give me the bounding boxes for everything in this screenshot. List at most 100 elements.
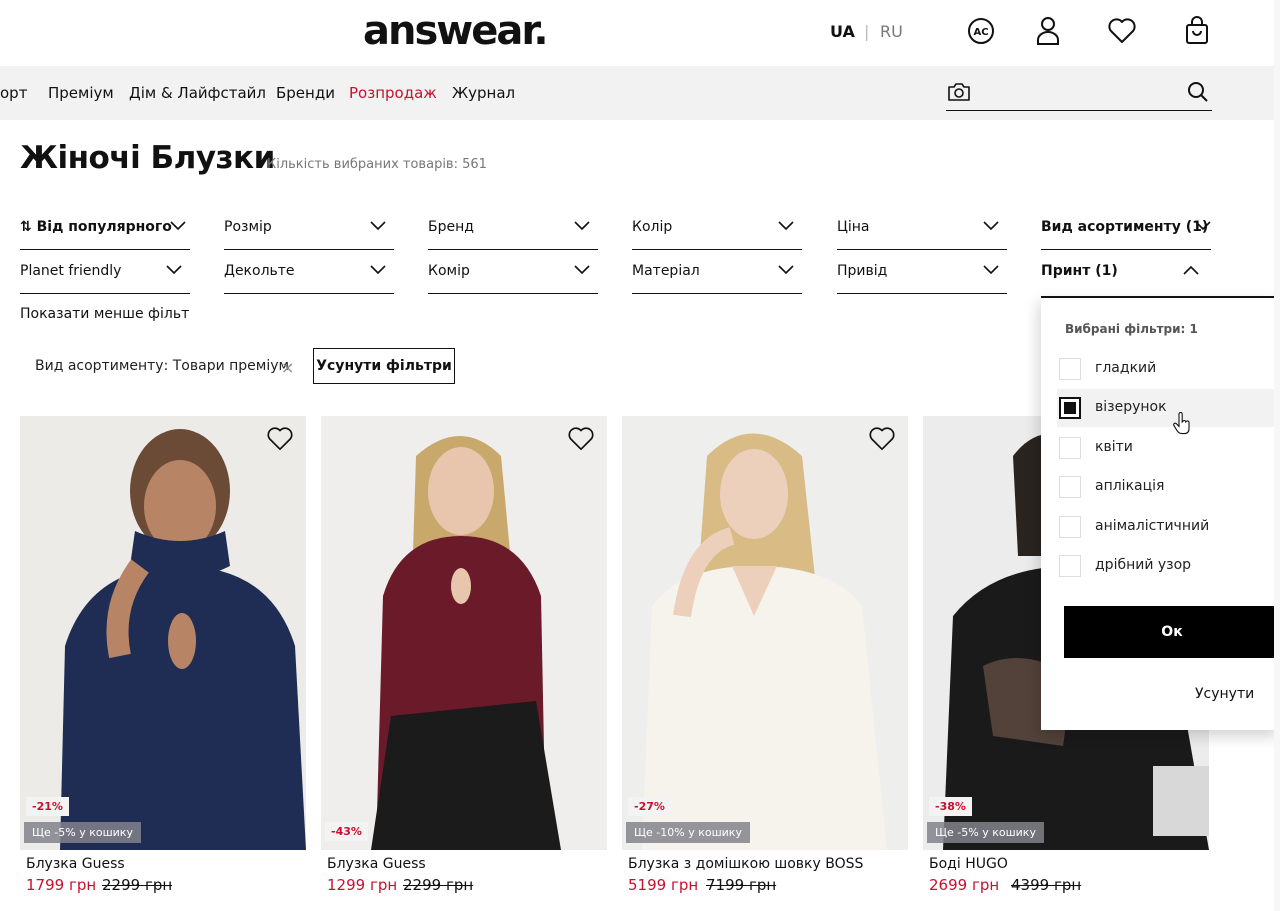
sort-value: Від популярного [36,219,172,235]
selected-filters-count: Вибрані фільтри: 1 [1065,322,1198,336]
product-price: 2699 грн [929,876,1000,894]
checkbox[interactable] [1059,516,1081,538]
product-image[interactable]: -43% [321,416,607,850]
nav-item-journal[interactable]: Журнал [452,84,515,102]
chevron-down-icon [166,265,182,275]
remove-filter-icon[interactable]: × [281,358,294,377]
filter-neckline[interactable]: Декольте [224,250,394,294]
hand-cursor-icon [1173,412,1190,435]
chevron-down-icon [778,265,794,275]
header: answear. UA | RU AC [0,0,1280,66]
filter-assortment-label: Вид асортименту (1) [1041,219,1209,235]
chevron-down-icon [370,265,386,275]
wishlist-heart-icon[interactable] [266,426,294,452]
product-old-price: 2299 грн [403,876,474,894]
sort-dropdown[interactable]: ⇅ Від популярного [20,206,190,250]
option-label: квіти [1095,439,1133,455]
nav-item-sale[interactable]: Розпродаж [349,84,437,102]
product-name[interactable]: Блузка з домішкою шовку BOSS [628,856,863,872]
heart-icon[interactable] [1105,14,1139,48]
option-animal[interactable]: анімалістичний [1057,508,1280,546]
chevron-down-icon [370,221,386,231]
discount-badge: -38% [929,797,972,816]
nav-item-home-lifestyle[interactable]: Дім & Лайфстайл [129,84,266,102]
filter-print-label: Принт (1) [1041,263,1118,279]
scrollbar[interactable] [1274,0,1280,911]
ac-icon[interactable]: AC [964,14,998,48]
sort-arrows-icon: ⇅ [20,219,37,235]
filter-size-label: Розмір [224,219,272,235]
filter-assortment[interactable]: Вид асортименту (1) [1041,206,1211,250]
main-nav: орт Преміум Дім & Лайфстайл Бренди Розпр… [0,66,1280,120]
option-label: аплікація [1095,478,1165,494]
filter-size[interactable]: Розмір [224,206,394,250]
print-filter-dropdown: Вибрані фільтри: 1 гладкий візерунок кві… [1041,296,1280,730]
product-image[interactable]: -27% Ще -10% у кошику [622,416,908,850]
wishlist-heart-icon[interactable] [868,426,896,452]
checkbox[interactable] [1059,555,1081,577]
product-old-price: 2299 грн [102,876,173,894]
option-pattern[interactable]: візерунок [1057,389,1280,427]
option-flowers[interactable]: квіти [1057,429,1280,467]
sort-label: ⇅ Від популярного [20,219,172,235]
bag-icon[interactable] [1180,14,1214,48]
wishlist-heart-icon[interactable] [567,426,595,452]
filter-color[interactable]: Колір [632,206,802,250]
checkbox[interactable] [1059,476,1081,498]
filter-collar-label: Комір [428,263,470,279]
filter-color-label: Колір [632,219,673,235]
lang-ua[interactable]: UA [830,22,855,41]
chevron-down-icon [1195,221,1211,231]
filter-brand[interactable]: Бренд [428,206,598,250]
product-count: Кількість вибраних товарів: 561 [267,157,487,172]
filter-material[interactable]: Матеріал [632,250,802,294]
search-input[interactable] [946,78,1212,111]
active-filter-chip: Вид асортименту: Товари преміум [35,358,290,374]
extra-discount-badge: Ще -5% у кошику [927,822,1044,843]
filter-price[interactable]: Ціна [837,206,1007,250]
option-label: анімалістичний [1095,518,1210,534]
checkbox-checked[interactable] [1059,397,1081,419]
option-label: дрібний узор [1095,557,1192,573]
page-title: Жіночі Блузки [20,140,275,176]
filter-closure[interactable]: Привід [837,250,1007,294]
product-price: 1299 грн [327,876,398,894]
nav-item-brands[interactable]: Бренди [276,84,335,102]
search-icon[interactable] [1186,80,1210,108]
nav-item-sport[interactable]: орт [0,84,27,102]
product-name[interactable]: Блузка Guess [26,856,125,872]
filter-collar[interactable]: Комір [428,250,598,294]
chevron-up-icon [1183,265,1199,275]
lang-separator: | [864,22,870,41]
filter-print[interactable]: Принт (1) [1041,250,1211,294]
option-small-pattern[interactable]: дрібний узор [1057,547,1280,585]
lang-ru[interactable]: RU [880,22,903,41]
chevron-down-icon [574,221,590,231]
camera-search-icon[interactable] [947,81,971,107]
product-name[interactable]: Боді HUGO [929,856,1008,872]
checkbox[interactable] [1059,358,1081,380]
filter-closure-label: Привід [837,263,888,279]
logo[interactable]: answear. [363,8,549,54]
product-price: 1799 грн [26,876,97,894]
show-less-filters-link[interactable]: Показати менше фільтрів [20,306,190,322]
user-icon[interactable] [1031,14,1065,48]
extra-discount-badge: Ще -5% у кошику [24,822,141,843]
product-old-price: 7199 грн [706,876,777,894]
option-label: візерунок [1095,399,1167,415]
checkbox[interactable] [1059,437,1081,459]
filter-price-label: Ціна [837,219,870,235]
discount-badge: -27% [628,797,671,816]
option-plain[interactable]: гладкий [1057,350,1280,388]
chevron-down-icon [574,265,590,275]
option-applique[interactable]: аплікація [1057,468,1280,506]
option-label: гладкий [1095,360,1157,376]
clear-filters-button[interactable]: Усунути фільтри [313,348,455,384]
product-name[interactable]: Блузка Guess [327,856,426,872]
product-image[interactable]: -21% Ще -5% у кошику [20,416,306,850]
filter-planet-friendly[interactable]: Planet friendly [20,250,190,294]
reset-link[interactable]: Усунути [1195,686,1254,702]
extra-discount-badge: Ще -10% у кошику [626,822,750,843]
nav-item-premium[interactable]: Преміум [48,84,114,102]
ok-button[interactable]: Ок [1064,606,1280,658]
